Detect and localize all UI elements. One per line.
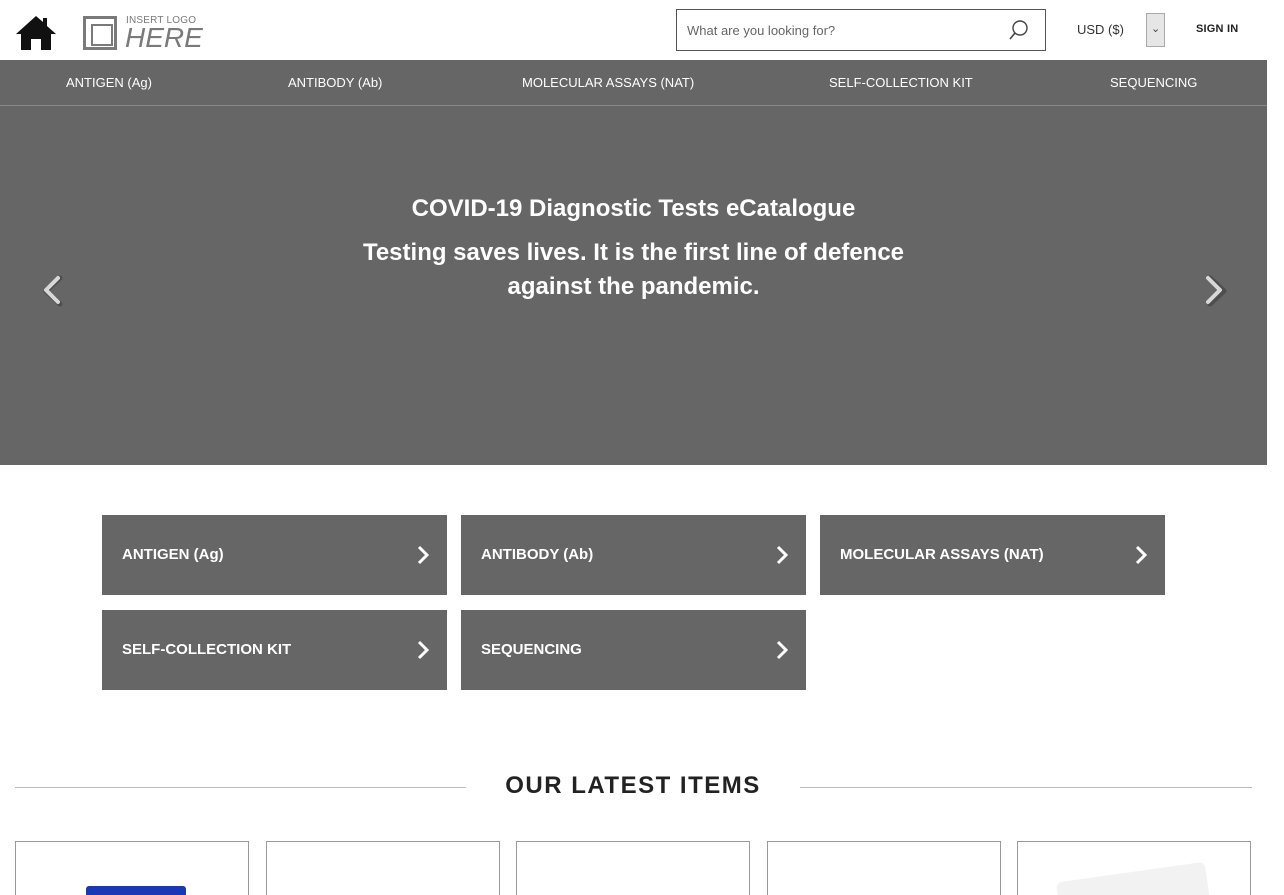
currency-label[interactable]: USD ($): [1077, 22, 1124, 37]
carousel-prev-icon[interactable]: [40, 274, 70, 308]
product-card[interactable]: [1017, 841, 1251, 895]
currency-dropdown[interactable]: ⌄: [1146, 13, 1165, 47]
hero-title: COVID-19 Diagnostic Tests eCatalogue: [411, 195, 856, 222]
product-card[interactable]: [15, 841, 249, 895]
chevron-down-icon: ⌄: [1151, 23, 1161, 35]
product-image: [86, 886, 186, 895]
search-icon[interactable]: [1009, 20, 1029, 40]
site-header: INSERT LOGO HERE USD ($) ⌄ SIGN IN: [0, 0, 1267, 60]
search-box: [676, 9, 1046, 51]
hero-subtitle: Testing saves lives. It is the first lin…: [362, 239, 905, 300]
category-tile-sequencing[interactable]: SEQUENCING: [461, 610, 806, 690]
nav-item-sequencing[interactable]: SEQUENCING: [1110, 75, 1197, 90]
chevron-right-icon: [776, 640, 788, 660]
hero-carousel: COVID-19 Diagnostic Tests eCatalogue Tes…: [0, 106, 1267, 465]
nav-item-self-collection-kit[interactable]: SELF-COLLECTION KIT: [829, 75, 973, 90]
category-label: MOLECULAR ASSAYS (NAT): [840, 546, 1044, 563]
home-icon[interactable]: [14, 14, 58, 52]
carousel-next-icon[interactable]: [1200, 274, 1230, 308]
category-tile-molecular-assays[interactable]: MOLECULAR ASSAYS (NAT): [820, 515, 1165, 595]
product-image: [1055, 861, 1211, 895]
site-logo[interactable]: INSERT LOGO HERE: [83, 14, 203, 52]
category-label: SELF-COLLECTION KIT: [122, 641, 292, 658]
chevron-right-icon: [776, 545, 788, 565]
sign-in-link[interactable]: SIGN IN: [1196, 23, 1238, 35]
product-card[interactable]: [266, 841, 500, 895]
category-tile-antibody[interactable]: ANTIBODY (Ab): [461, 515, 806, 595]
chevron-right-icon: [1135, 545, 1147, 565]
product-card[interactable]: [767, 841, 1001, 895]
category-label: SEQUENCING: [481, 641, 582, 658]
section-divider-left: [15, 787, 466, 788]
nav-item-antigen[interactable]: ANTIGEN (Ag): [66, 75, 152, 90]
main-nav: ANTIGEN (Ag) ANTIBODY (Ab) MOLECULAR ASS…: [0, 60, 1267, 106]
logo-big-text: HERE: [125, 22, 203, 53]
product-card[interactable]: [516, 841, 750, 895]
chevron-right-icon: [417, 640, 429, 660]
search-input[interactable]: [677, 10, 997, 50]
nav-item-molecular-assays[interactable]: MOLECULAR ASSAYS (NAT): [522, 75, 694, 90]
category-tile-self-collection-kit[interactable]: SELF-COLLECTION KIT: [102, 610, 447, 690]
category-label: ANTIBODY (Ab): [481, 546, 594, 563]
chevron-right-icon: [417, 545, 429, 565]
section-divider-right: [800, 787, 1252, 788]
category-label: ANTIGEN (Ag): [122, 546, 224, 563]
category-tile-antigen[interactable]: ANTIGEN (Ag): [102, 515, 447, 595]
logo-mark-icon: [83, 16, 117, 50]
nav-item-antibody[interactable]: ANTIBODY (Ab): [288, 75, 382, 90]
latest-items-title: OUR LATEST ITEMS: [505, 772, 761, 799]
